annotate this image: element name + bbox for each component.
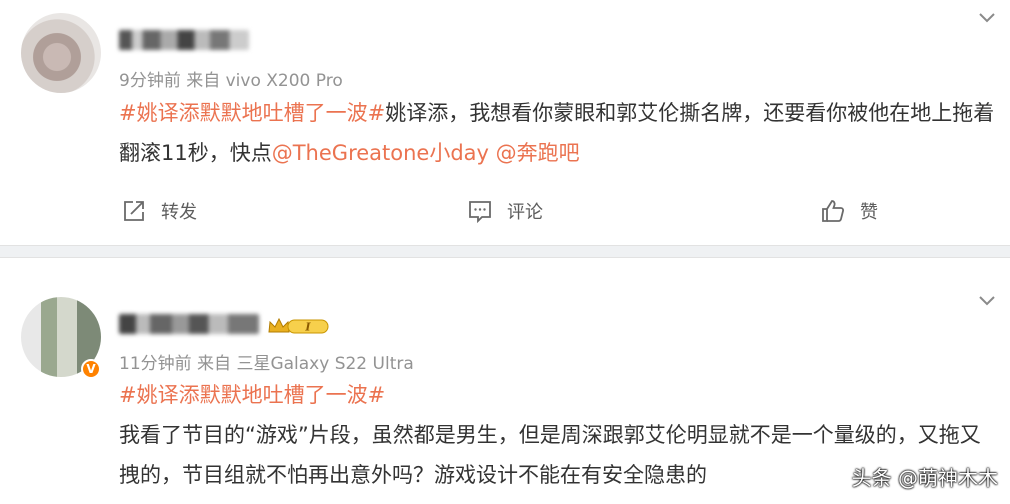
watermark-text: 头条 @萌神木木 xyxy=(851,466,998,490)
like-label: 赞 xyxy=(860,202,878,223)
verified-icon: V xyxy=(81,359,101,379)
mention-link[interactable]: @TheGreatone小day xyxy=(272,141,489,165)
forward-label: 转发 xyxy=(161,202,197,223)
forward-icon xyxy=(124,201,144,221)
comment-label: 评论 xyxy=(507,202,543,223)
post-meta: 11分钟前 来自 三星Galaxy S22 Ultra xyxy=(119,354,414,374)
avatar[interactable] xyxy=(21,13,101,93)
action-bar: 转发 评论 赞 xyxy=(0,198,1010,228)
comment-card-1: 9分钟前 来自 vivo X200 Pro #姚译添默默地吐槽了一波#姚译添，我… xyxy=(0,0,1010,245)
username-blurred[interactable] xyxy=(119,30,249,50)
card-divider xyxy=(0,245,1010,258)
like-button[interactable]: 赞 xyxy=(820,198,878,224)
mention-link[interactable]: @奔跑吧 xyxy=(496,141,580,165)
comment-icon xyxy=(469,201,491,224)
username-blurred[interactable] xyxy=(119,314,259,334)
forward-button[interactable]: 转发 xyxy=(121,198,197,224)
hashtag-link[interactable]: #姚译添默默地吐槽了一波# xyxy=(119,375,999,415)
chevron-down-icon[interactable] xyxy=(978,292,996,310)
post-text: #姚译添默默地吐槽了一波#姚译添，我想看你蒙眼和郭艾伦撕名牌，还要看你被他在地上… xyxy=(119,93,999,173)
like-icon xyxy=(822,200,845,222)
comment-button[interactable]: 评论 xyxy=(467,198,543,224)
post-meta: 9分钟前 来自 vivo X200 Pro xyxy=(119,71,343,91)
hashtag-link[interactable]: #姚译添默默地吐槽了一波# xyxy=(119,101,385,125)
chevron-down-icon[interactable] xyxy=(978,9,996,27)
crown-badge-icon[interactable]: I xyxy=(266,316,330,336)
svg-text:I: I xyxy=(304,321,311,334)
